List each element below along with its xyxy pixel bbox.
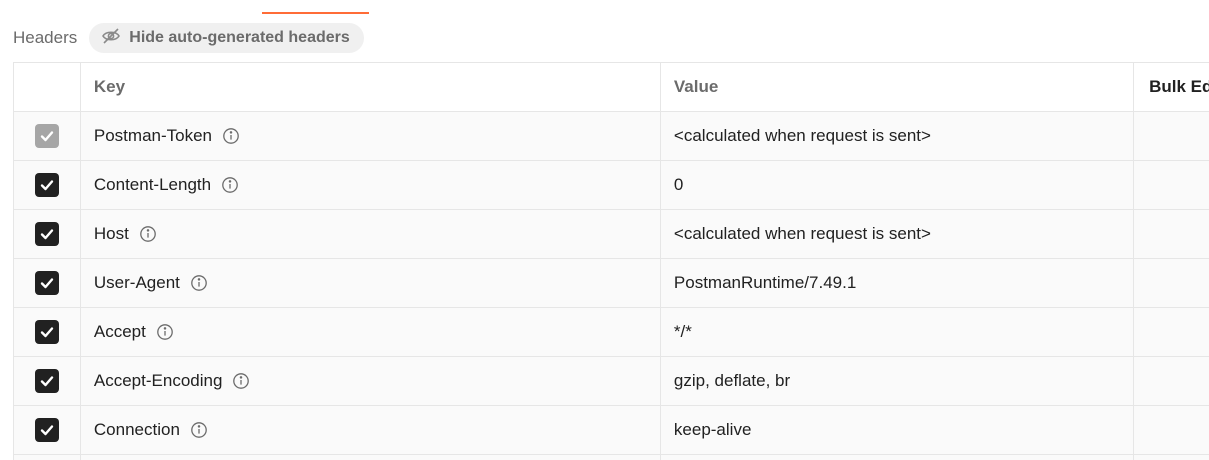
- headers-panel: Headers Hide auto-generated headers Key …: [0, 0, 1209, 460]
- check-icon: [40, 131, 54, 142]
- row-value-cell[interactable]: <calculated when request is sent>: [661, 210, 1135, 258]
- row-check-cell: [14, 161, 81, 209]
- row-actions-cell: [1134, 210, 1209, 258]
- table-row: User-Agent PostmanRuntime/7.49.1: [14, 259, 1209, 308]
- table-row: Accept */*: [14, 308, 1209, 357]
- bulk-edit-button[interactable]: Bulk Edit: [1134, 63, 1209, 111]
- info-icon[interactable]: [139, 225, 157, 243]
- hide-auto-generated-headers-button[interactable]: Hide auto-generated headers: [89, 23, 364, 53]
- info-icon[interactable]: [190, 421, 208, 439]
- header-key: Host: [93, 224, 129, 243]
- table-row: Accept-Encoding gzip, deflate, br: [14, 357, 1209, 406]
- header-key: Content-Length: [93, 175, 212, 194]
- table-row: Host <calculated when request is sent>: [14, 210, 1209, 259]
- row-key-cell[interactable]: Host: [81, 210, 661, 258]
- row-key-cell[interactable]: Accept-Encoding: [81, 357, 661, 405]
- headers-table: Key Value Bulk Edit Postman-Token <calcul…: [13, 62, 1209, 460]
- row-check-cell: [14, 357, 81, 405]
- row-key-cell[interactable]: User-Agent: [81, 259, 661, 307]
- info-icon[interactable]: [190, 274, 208, 292]
- row-value-cell[interactable]: <calculated when request is sent>: [661, 112, 1135, 160]
- row-check-cell: [14, 112, 81, 160]
- partial-check-cell: [14, 455, 81, 460]
- header-key: Postman-Token: [93, 126, 213, 145]
- header-key: Connection: [93, 420, 180, 439]
- table-row-partial: [14, 455, 1209, 460]
- check-icon: [40, 229, 54, 240]
- info-icon[interactable]: [232, 372, 250, 390]
- row-checkbox[interactable]: [34, 222, 59, 246]
- partial-value-cell: [661, 455, 1135, 460]
- row-actions-cell: [1134, 308, 1209, 356]
- header-key: Accept-Encoding: [93, 371, 223, 390]
- row-checkbox[interactable]: [34, 271, 59, 295]
- column-header-key: Key: [81, 63, 661, 111]
- row-value-cell[interactable]: */*: [661, 308, 1135, 356]
- row-checkbox[interactable]: [34, 173, 59, 197]
- row-check-cell: [14, 210, 81, 258]
- partial-key-cell: [81, 455, 661, 460]
- column-header-value: Value: [661, 63, 1135, 111]
- info-icon[interactable]: [221, 176, 239, 194]
- row-checkbox[interactable]: [34, 369, 59, 393]
- table-row: Postman-Token <calculated when request is…: [14, 112, 1209, 161]
- table-body: Postman-Token <calculated when request is…: [14, 112, 1209, 455]
- check-icon: [40, 425, 54, 436]
- header-value: <calculated when request is sent>: [673, 224, 931, 243]
- row-value-cell[interactable]: keep-alive: [661, 406, 1135, 454]
- active-tab-underline: [262, 12, 369, 14]
- row-value-cell[interactable]: gzip, deflate, br: [661, 357, 1135, 405]
- row-actions-cell: [1134, 112, 1209, 160]
- row-actions-cell: [1134, 259, 1209, 307]
- row-value-cell[interactable]: PostmanRuntime/7.49.1: [661, 259, 1135, 307]
- header-key: User-Agent: [93, 273, 180, 292]
- header-value: <calculated when request is sent>: [673, 126, 931, 145]
- header-value: keep-alive: [673, 420, 752, 439]
- headers-bar: Headers Hide auto-generated headers: [13, 23, 364, 53]
- row-key-cell[interactable]: Content-Length: [81, 161, 661, 209]
- header-value: PostmanRuntime/7.49.1: [673, 273, 857, 292]
- check-icon: [40, 327, 54, 338]
- row-value-cell[interactable]: 0: [661, 161, 1135, 209]
- row-key-cell[interactable]: Connection: [81, 406, 661, 454]
- hide-button-label: Hide auto-generated headers: [129, 29, 350, 46]
- table-header-row: Key Value Bulk Edit: [14, 63, 1209, 112]
- header-value: */*: [673, 322, 692, 341]
- row-key-cell[interactable]: Accept: [81, 308, 661, 356]
- info-icon[interactable]: [156, 323, 174, 341]
- partial-bulk-cell: [1134, 455, 1209, 460]
- row-actions-cell: [1134, 161, 1209, 209]
- header-key: Accept: [93, 322, 146, 341]
- check-icon: [40, 278, 54, 289]
- info-icon[interactable]: [222, 127, 240, 145]
- row-actions-cell: [1134, 357, 1209, 405]
- table-row: Connection keep-alive: [14, 406, 1209, 455]
- table-row: Content-Length 0: [14, 161, 1209, 210]
- header-check-cell: [14, 63, 81, 111]
- row-check-cell: [14, 259, 81, 307]
- row-check-cell: [14, 308, 81, 356]
- row-checkbox[interactable]: [34, 320, 59, 344]
- headers-title: Headers: [13, 28, 78, 47]
- row-key-cell[interactable]: Postman-Token: [81, 112, 661, 160]
- row-actions-cell: [1134, 406, 1209, 454]
- check-icon: [40, 376, 54, 387]
- check-icon: [40, 180, 54, 191]
- eye-off-icon: [101, 26, 129, 51]
- row-check-cell: [14, 406, 81, 454]
- row-checkbox: [34, 124, 59, 148]
- row-checkbox[interactable]: [34, 418, 59, 442]
- header-value: 0: [673, 175, 684, 194]
- header-value: gzip, deflate, br: [673, 371, 791, 390]
